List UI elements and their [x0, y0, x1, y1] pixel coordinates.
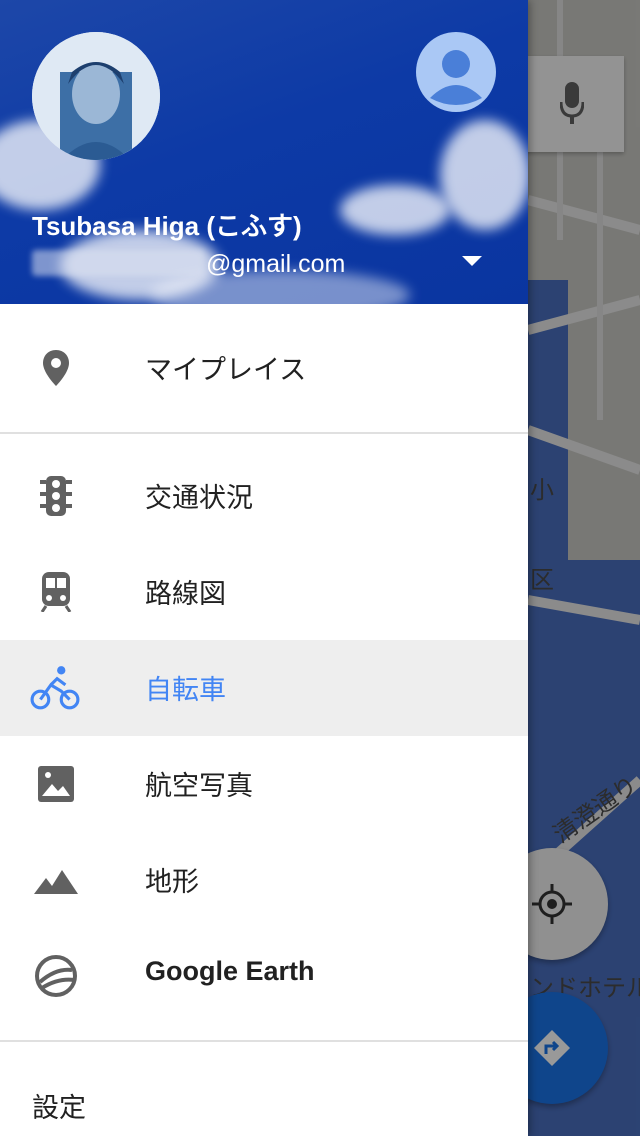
- profile-photo: [32, 32, 160, 160]
- email-domain: @gmail.com: [206, 250, 346, 278]
- navigation-drawer: Tsubasa Higa (こふす) @gmail.com マイプレイス 交通状…: [0, 0, 528, 1136]
- menu-label: 交通状況: [145, 483, 253, 514]
- redacted-email-part: [32, 250, 204, 276]
- terrain-icon: [34, 870, 78, 894]
- menu-label: 航空写真: [145, 771, 253, 802]
- menu-label: 自転車: [145, 675, 226, 706]
- google-earth-icon: [35, 955, 77, 997]
- photo-icon: [38, 766, 74, 802]
- avatar[interactable]: [32, 32, 160, 160]
- place-pin-icon: [43, 350, 69, 386]
- settings-item[interactable]: 設定: [32, 1086, 86, 1125]
- menu-label: 路線図: [145, 579, 226, 610]
- menu-item-transit[interactable]: 路線図: [0, 544, 528, 640]
- traffic-light-icon: [40, 476, 72, 516]
- menu-item-google-earth[interactable]: Google Earth: [0, 928, 528, 1024]
- menu-item-bicycling[interactable]: 自転車: [0, 640, 528, 736]
- menu-item-my-places[interactable]: マイプレイス: [0, 320, 528, 416]
- user-name: Tsubasa Higa (こふす): [32, 211, 302, 241]
- menu-item-traffic[interactable]: 交通状況: [0, 448, 528, 544]
- chevron-down-icon[interactable]: [462, 256, 482, 266]
- account-header: Tsubasa Higa (こふす) @gmail.com: [0, 0, 528, 304]
- cloud: [340, 185, 450, 235]
- menu-item-terrain[interactable]: 地形: [0, 832, 528, 928]
- divider: [0, 1040, 528, 1042]
- user-email: @gmail.com: [32, 250, 345, 279]
- bicycle-icon: [30, 666, 80, 710]
- cloud: [440, 120, 528, 230]
- account-icon: [430, 50, 482, 105]
- menu-label: 地形: [145, 867, 199, 898]
- switch-account-button[interactable]: [416, 32, 496, 112]
- train-icon: [40, 572, 72, 612]
- menu-label: マイプレイス: [145, 355, 307, 386]
- menu-item-satellite[interactable]: 航空写真: [0, 736, 528, 832]
- divider: [0, 432, 528, 434]
- menu-label: Google Earth: [145, 956, 315, 986]
